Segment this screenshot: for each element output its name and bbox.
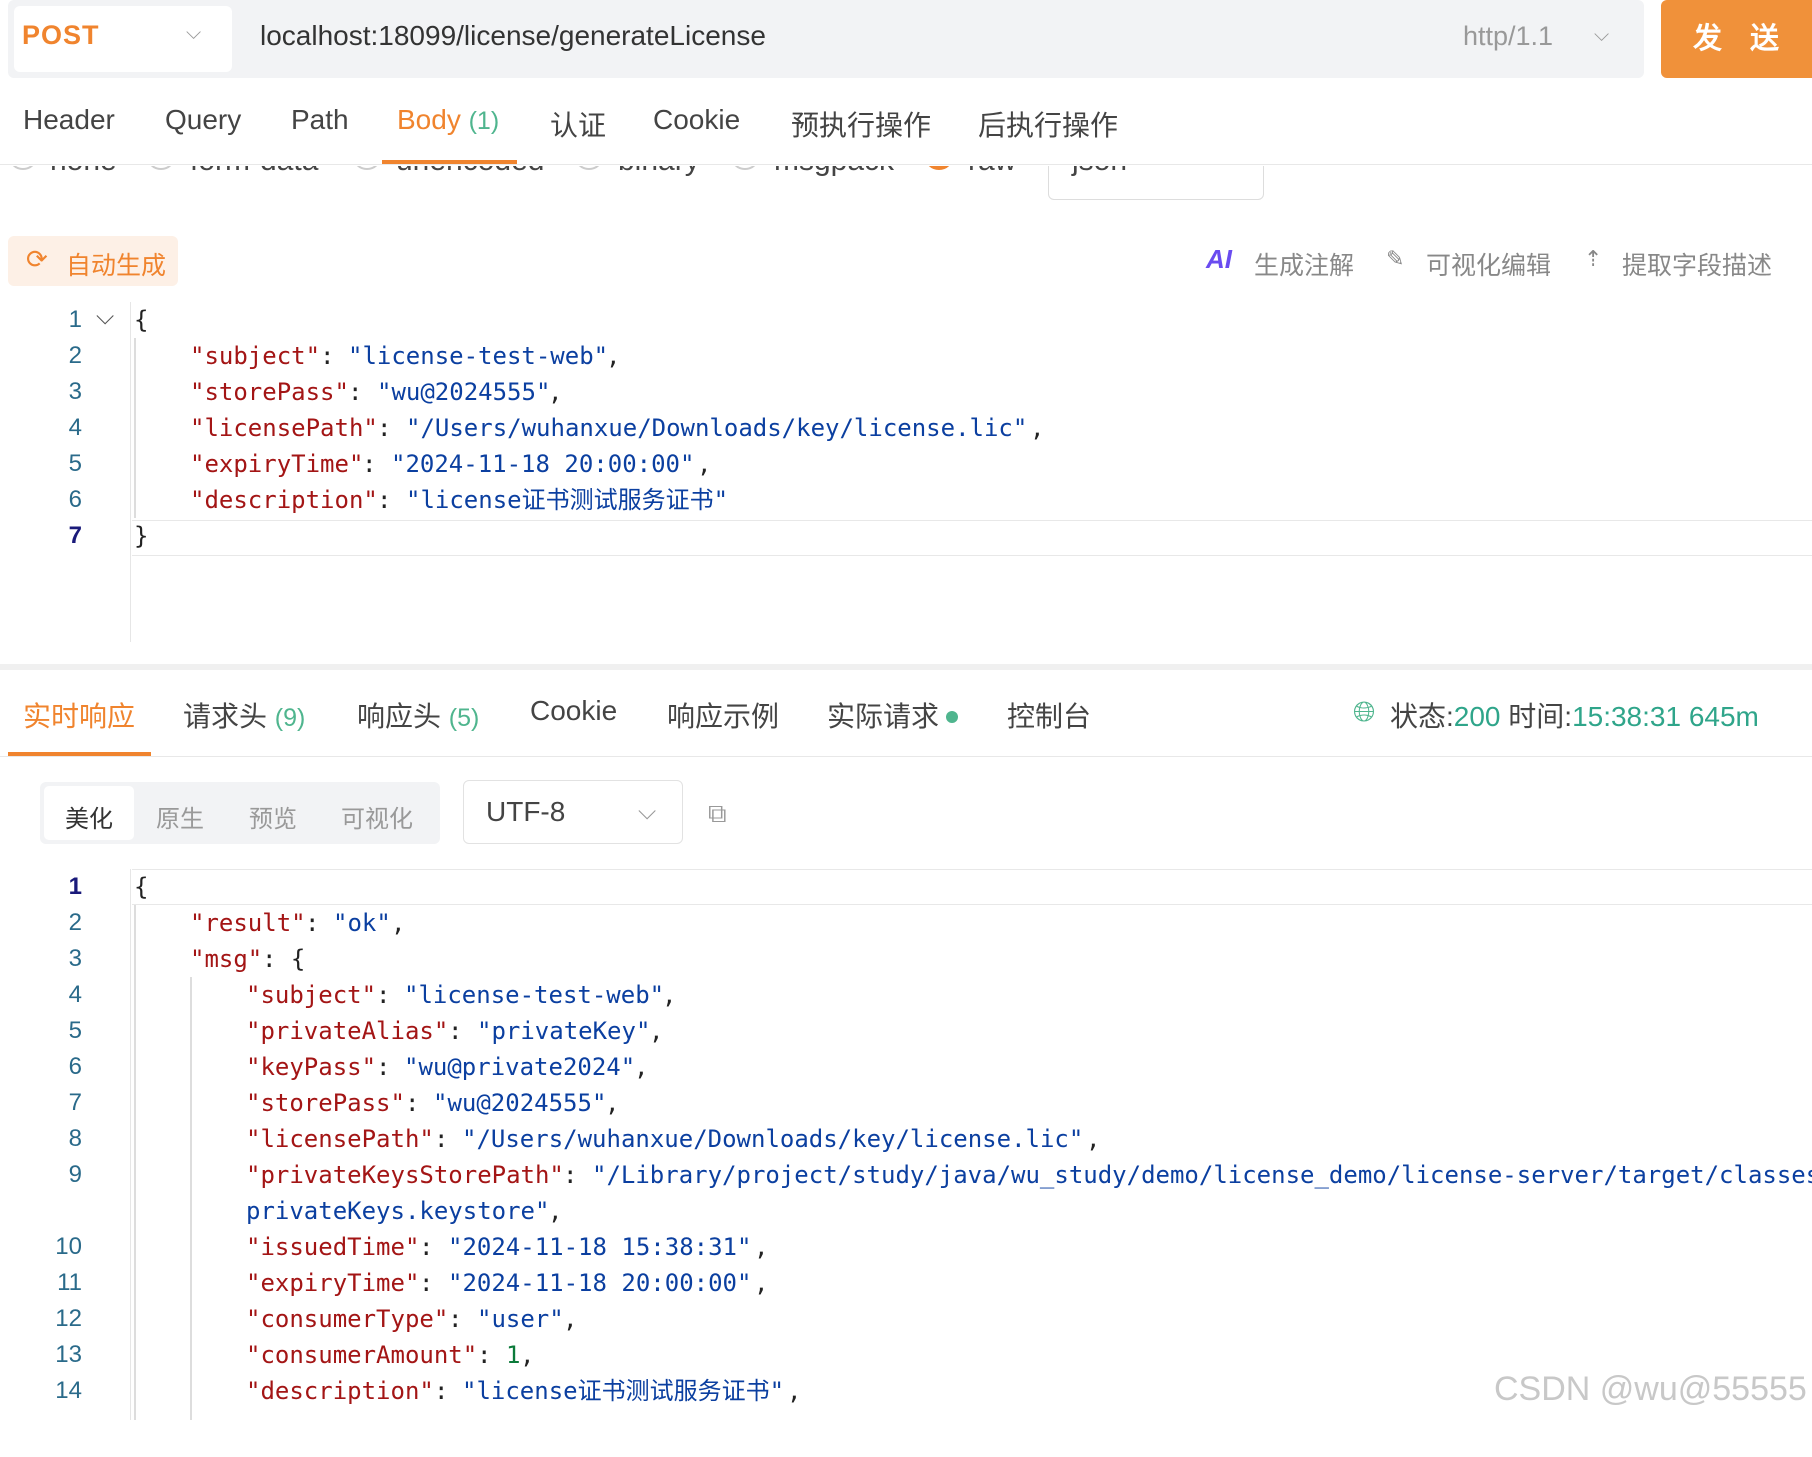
upload-icon: ⇡	[1584, 246, 1603, 271]
current-line-highlight	[132, 520, 1812, 556]
radio-none[interactable]	[8, 166, 38, 170]
tab-actual-request[interactable]: 实际请求	[827, 695, 939, 735]
body-type-raw[interactable]: raw	[968, 166, 1016, 178]
code-line: 4 "subject": "license-test-web",	[68, 981, 677, 1009]
code-line: 8 "licensePath": "/Users/wuhanxue/Downloa…	[68, 1125, 1101, 1153]
body-type-none[interactable]: none	[50, 166, 117, 178]
divider	[0, 164, 1812, 165]
tab-header[interactable]: Header	[23, 104, 115, 136]
refresh-icon: ⟳	[26, 244, 48, 274]
indent-guide	[190, 977, 192, 1420]
gutter-border	[130, 302, 131, 642]
body-type-urlencoded[interactable]: urlencoded	[396, 166, 544, 178]
fold-chevron-icon[interactable]: ⌵	[96, 303, 114, 331]
indicator-dot	[946, 711, 958, 723]
protocol-select[interactable]: http/1.1	[1463, 21, 1553, 52]
body-type-binary[interactable]: binary	[618, 166, 700, 178]
extract-fields-button[interactable]: 提取字段描述	[1622, 246, 1772, 282]
tab-request-headers[interactable]: 请求头 (9)	[183, 695, 305, 735]
generate-comment-button[interactable]: 生成注解	[1254, 246, 1354, 282]
encoding-value: UTF-8	[486, 796, 566, 827]
request-body-editor[interactable]: 1{ 2 "subject": "license-test-web", 3 "sto…	[0, 302, 1812, 642]
tab-post-script[interactable]: 后执行操作	[978, 104, 1118, 144]
code-line: 4 "licensePath": "/Users/wuhanxue/Downloa…	[68, 414, 1045, 442]
response-status: 状态:200 时间:15:38:31 645m	[1390, 701, 1759, 732]
view-pretty[interactable]: 美化	[65, 799, 113, 834]
code-line: 11 "expiryTime": "2024-11-18 20:00:00",	[57, 1269, 769, 1297]
code-line: 7 "storePass": "wu@2024555",	[68, 1089, 620, 1117]
code-line: 3 "storePass": "wu@2024555",	[68, 378, 563, 406]
code-line: 2 "subject": "license-test-web",	[68, 342, 621, 370]
radio-binary[interactable]	[574, 166, 604, 170]
body-format-value: json	[1072, 166, 1127, 178]
method-label: POST	[22, 20, 100, 50]
tab-response-example[interactable]: 响应示例	[667, 695, 779, 735]
code-line: 1{	[68, 873, 149, 901]
tab-query[interactable]: Query	[165, 104, 241, 136]
body-type-form-data[interactable]: form-data	[190, 166, 318, 178]
code-line: 6 "description": "license证书测试服务证书"	[68, 486, 729, 514]
code-line: 7}	[68, 522, 149, 550]
url-input[interactable]: localhost:18099/license/generateLicense	[260, 20, 766, 52]
code-line: 14 "description": "license证书测试服务证书",	[55, 1377, 802, 1405]
divider	[0, 756, 1812, 757]
gutter-border	[130, 869, 131, 1420]
code-line: 3 "msg": {	[68, 945, 306, 973]
chevron-down-icon: ⌵	[638, 798, 657, 825]
code-line: 1{	[68, 306, 149, 334]
code-line: 13 "consumerAmount": 1,	[55, 1341, 535, 1369]
tab-cookie[interactable]: Cookie	[653, 104, 740, 136]
tab-response-cookie[interactable]: Cookie	[530, 695, 617, 727]
tab-path[interactable]: Path	[291, 104, 349, 136]
edit-icon: ✎	[1386, 246, 1405, 271]
indent-guide	[134, 338, 136, 518]
code-line: 9 "privateKeysStorePath": "/Library/proje…	[68, 1161, 1812, 1189]
code-line: 12 "consumerType": "user",	[55, 1305, 578, 1333]
tab-response-headers[interactable]: 响应头 (5)	[357, 695, 479, 735]
globe-icon: 🌐︎	[1353, 696, 1376, 727]
code-line: 5 "privateAlias": "privateKey",	[68, 1017, 664, 1045]
body-type-msgpack[interactable]: msgpack	[774, 166, 894, 178]
code-line: 6 "keyPass": "wu@private2024",	[68, 1053, 649, 1081]
radio-urlencoded[interactable]	[352, 166, 382, 170]
code-line: 2 "result": "ok",	[68, 909, 406, 937]
panel-splitter[interactable]	[0, 664, 1812, 670]
ai-icon: AI	[1206, 244, 1232, 274]
code-line: 10 "issuedTime": "2024-11-18 15:38:31",	[55, 1233, 769, 1261]
auto-generate-label: 自动生成	[66, 252, 167, 280]
tab-auth[interactable]: 认证	[550, 104, 606, 144]
code-line: privateKeys.keystore",	[246, 1197, 563, 1225]
code-line: 5 "expiryTime": "2024-11-18 20:00:00",	[68, 450, 712, 478]
view-preview[interactable]: 预览	[249, 799, 297, 834]
response-body-viewer[interactable]: 1{ 2 "result": "ok", 3 "msg": { 4 "subject"…	[0, 869, 1812, 1420]
indent-guide	[134, 905, 136, 1420]
chevron-down-icon: ⌵	[186, 22, 202, 44]
tab-body[interactable]: Body (1)	[397, 104, 499, 136]
tab-pre-script[interactable]: 预执行操作	[791, 104, 931, 144]
radio-msgpack[interactable]	[730, 166, 760, 170]
view-raw[interactable]: 原生	[156, 799, 204, 834]
send-button[interactable]: 发 送	[1661, 0, 1812, 78]
radio-raw[interactable]	[924, 166, 954, 170]
copy-icon[interactable]: ⧉	[708, 798, 727, 830]
tab-live-response[interactable]: 实时响应	[23, 695, 135, 735]
visual-edit-button[interactable]: 可视化编辑	[1426, 246, 1551, 282]
view-visualize[interactable]: 可视化	[341, 799, 413, 834]
radio-form-data[interactable]	[146, 166, 176, 170]
watermark: CSDN @wu@55555	[1494, 1370, 1807, 1408]
chevron-down-icon: ⌵	[1594, 24, 1610, 46]
tab-console[interactable]: 控制台	[1007, 695, 1091, 735]
request-bar	[8, 0, 1644, 78]
body-type-row: none form-data urlencoded binary msgpack…	[0, 166, 1812, 202]
